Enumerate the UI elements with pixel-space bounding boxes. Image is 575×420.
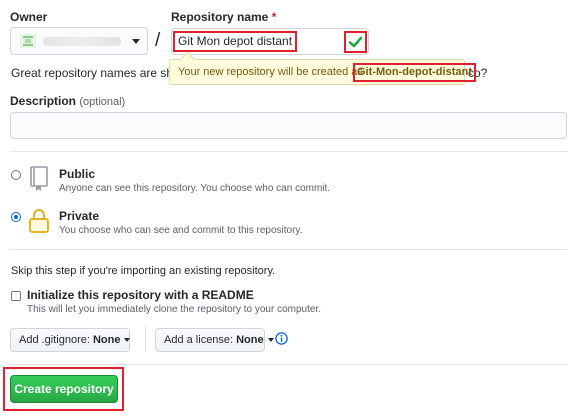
caret-down-icon: [267, 338, 274, 342]
public-radio[interactable]: [11, 170, 21, 180]
repo-name-tooltip: Your new repository will be created as G…: [169, 51, 476, 85]
repo-name-value: Git Mon depot distant: [173, 31, 298, 52]
repo-name-label: Repository name *: [171, 10, 276, 24]
owner-avatar-icon: [20, 34, 36, 48]
description-label-text: Description: [10, 94, 77, 108]
repo-book-icon: [30, 166, 48, 191]
public-desc: Anyone can see this repository. You choo…: [59, 183, 331, 194]
description-input[interactable]: [10, 112, 567, 139]
tooltip-text: Your new repository will be created as: [178, 66, 363, 78]
owner-repo-separator: /: [155, 30, 161, 51]
divider: [10, 249, 567, 250]
name-valid-indicator: [344, 31, 367, 53]
caret-down-icon: [124, 338, 131, 342]
private-desc: You choose who can see and commit to thi…: [59, 225, 303, 236]
license-label: Add a license:: [164, 334, 234, 346]
private-radio[interactable]: [11, 212, 21, 222]
gitignore-select[interactable]: Add .gitignore: None: [10, 328, 131, 352]
divider: [10, 151, 567, 152]
required-mark: *: [271, 10, 277, 24]
owner-select[interactable]: [10, 27, 148, 55]
repo-name-label-text: Repository name: [171, 10, 269, 24]
private-title: Private: [59, 209, 100, 223]
lock-icon: [29, 209, 49, 233]
license-value: None: [236, 334, 264, 346]
public-title: Public: [59, 167, 96, 181]
divider: [10, 364, 567, 365]
description-label: Description (optional): [10, 94, 125, 108]
gitignore-label: Add .gitignore:: [19, 334, 90, 346]
create-repository-button[interactable]: Create repository: [10, 375, 118, 403]
tooltip-repo-name: Git-Mon-depot-distant: [353, 63, 476, 82]
license-select[interactable]: Add a license: None: [155, 328, 274, 352]
description-optional: (optional): [79, 96, 126, 108]
owner-name-blurred: [43, 37, 121, 46]
caret-down-icon: [132, 39, 140, 44]
repo-name-hint: Great repository names are shor: [11, 66, 184, 80]
info-icon[interactable]: [275, 332, 288, 345]
owner-label: Owner: [10, 10, 48, 24]
readme-checkbox[interactable]: [11, 291, 21, 301]
readme-label[interactable]: Initialize this repository with a README: [27, 288, 254, 302]
gitignore-value: None: [92, 334, 121, 346]
repo-name-input[interactable]: Git Mon depot distant: [171, 28, 369, 55]
select-separator: [145, 326, 146, 352]
readme-desc: This will let you immediately clone the …: [27, 304, 322, 315]
check-icon: [348, 36, 363, 48]
import-hint: Skip this step if you're importing an ex…: [11, 265, 276, 277]
